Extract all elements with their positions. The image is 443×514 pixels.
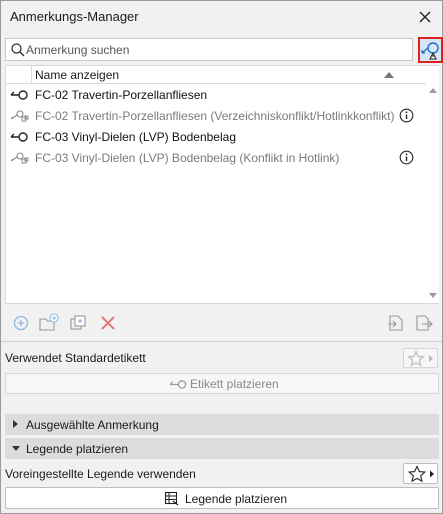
place-label-button[interactable]: Etikett platzieren	[5, 373, 439, 394]
expand-arrow-icon	[13, 420, 18, 428]
list-item-label: FC-03 Vinyl-Dielen (LVP) Bodenbelag (Kon…	[35, 151, 340, 165]
section-place-legend[interactable]: Legende platzieren	[5, 438, 439, 459]
search-icon	[11, 43, 25, 57]
list-item[interactable]: FC-02 Travertin-Porzellanfliesen	[6, 84, 426, 105]
collapse-arrow-icon	[12, 446, 20, 451]
marker-key-icon	[169, 380, 187, 389]
place-legend-button[interactable]: Legende platzieren	[5, 487, 439, 509]
place-label-text: Etikett platzieren	[190, 377, 279, 391]
list-item-label: FC-02 Travertin-Porzellanfliesen	[35, 88, 208, 102]
standard-favorites-button[interactable]	[403, 348, 438, 368]
export-button[interactable]	[413, 312, 435, 334]
list-item[interactable]: FC-02 Travertin-Porzellanfliesen (Verzei…	[6, 105, 426, 126]
close-button[interactable]	[413, 5, 437, 29]
section-title: Ausgewählte Anmerkung	[26, 418, 159, 432]
conflict-filter-button[interactable]	[418, 37, 443, 63]
section-selected-annotation[interactable]: Ausgewählte Anmerkung	[5, 414, 439, 435]
import-icon	[388, 315, 403, 331]
delete-button[interactable]	[97, 312, 119, 334]
duplicate-icon	[70, 315, 86, 330]
list-item[interactable]: FC-03 Vinyl-Dielen (LVP) Bodenbelag	[6, 126, 426, 147]
list-item-label: FC-02 Travertin-Porzellanfliesen (Verzei…	[35, 109, 395, 123]
section-title: Legende platzieren	[26, 442, 129, 456]
list-item-label: FC-03 Vinyl-Dielen (LVP) Bodenbelag	[35, 130, 236, 144]
info-icon[interactable]	[399, 108, 414, 123]
conflict-marker-icon	[10, 152, 29, 164]
close-icon	[419, 11, 431, 23]
new-folder-icon	[39, 313, 59, 331]
conflict-marker-icon	[10, 110, 29, 122]
search-row	[5, 37, 443, 63]
title-bar: Anmerkungs-Manager	[1, 1, 442, 33]
info-icon[interactable]	[399, 150, 414, 165]
annotation-list: Name anzeigen FC-02 Travertin-Porzellanf…	[5, 65, 439, 304]
standard-label-text: Verwendet Standardetikett	[5, 351, 146, 365]
divider	[1, 341, 442, 342]
legend-table-icon	[164, 491, 179, 506]
header-divider	[31, 66, 32, 84]
duplicate-button[interactable]	[67, 312, 89, 334]
legend-default-text: Voreingestellte Legende verwenden	[5, 467, 196, 481]
legend-favorites-button[interactable]	[403, 463, 438, 484]
column-header-name[interactable]: Name anzeigen	[35, 68, 119, 82]
list-scrollbar[interactable]	[427, 66, 439, 303]
scroll-up-arrow-icon[interactable]	[429, 88, 437, 93]
conflict-filter-icon	[421, 42, 439, 60]
marker-key-icon	[10, 132, 28, 142]
delete-x-icon	[101, 316, 115, 330]
star-icon	[407, 350, 433, 367]
list-header: Name anzeigen	[6, 66, 426, 84]
sort-ascending-icon[interactable]	[384, 72, 394, 78]
search-box	[5, 38, 413, 61]
star-icon	[407, 465, 434, 483]
place-legend-text: Legende platzieren	[185, 492, 288, 506]
scroll-down-arrow-icon[interactable]	[429, 293, 437, 298]
marker-key-icon	[10, 90, 28, 100]
add-circle-icon	[13, 315, 29, 331]
import-button[interactable]	[385, 312, 407, 334]
list-toolbar	[5, 306, 439, 340]
export-icon	[416, 315, 433, 331]
add-annotation-button[interactable]	[10, 312, 32, 334]
search-input[interactable]	[26, 41, 406, 59]
window-title: Anmerkungs-Manager	[10, 9, 139, 24]
new-folder-button[interactable]	[38, 312, 60, 334]
annotation-manager-window: Anmerkungs-Manager N	[0, 0, 443, 514]
list-item[interactable]: FC-03 Vinyl-Dielen (LVP) Bodenbelag (Kon…	[6, 147, 426, 168]
